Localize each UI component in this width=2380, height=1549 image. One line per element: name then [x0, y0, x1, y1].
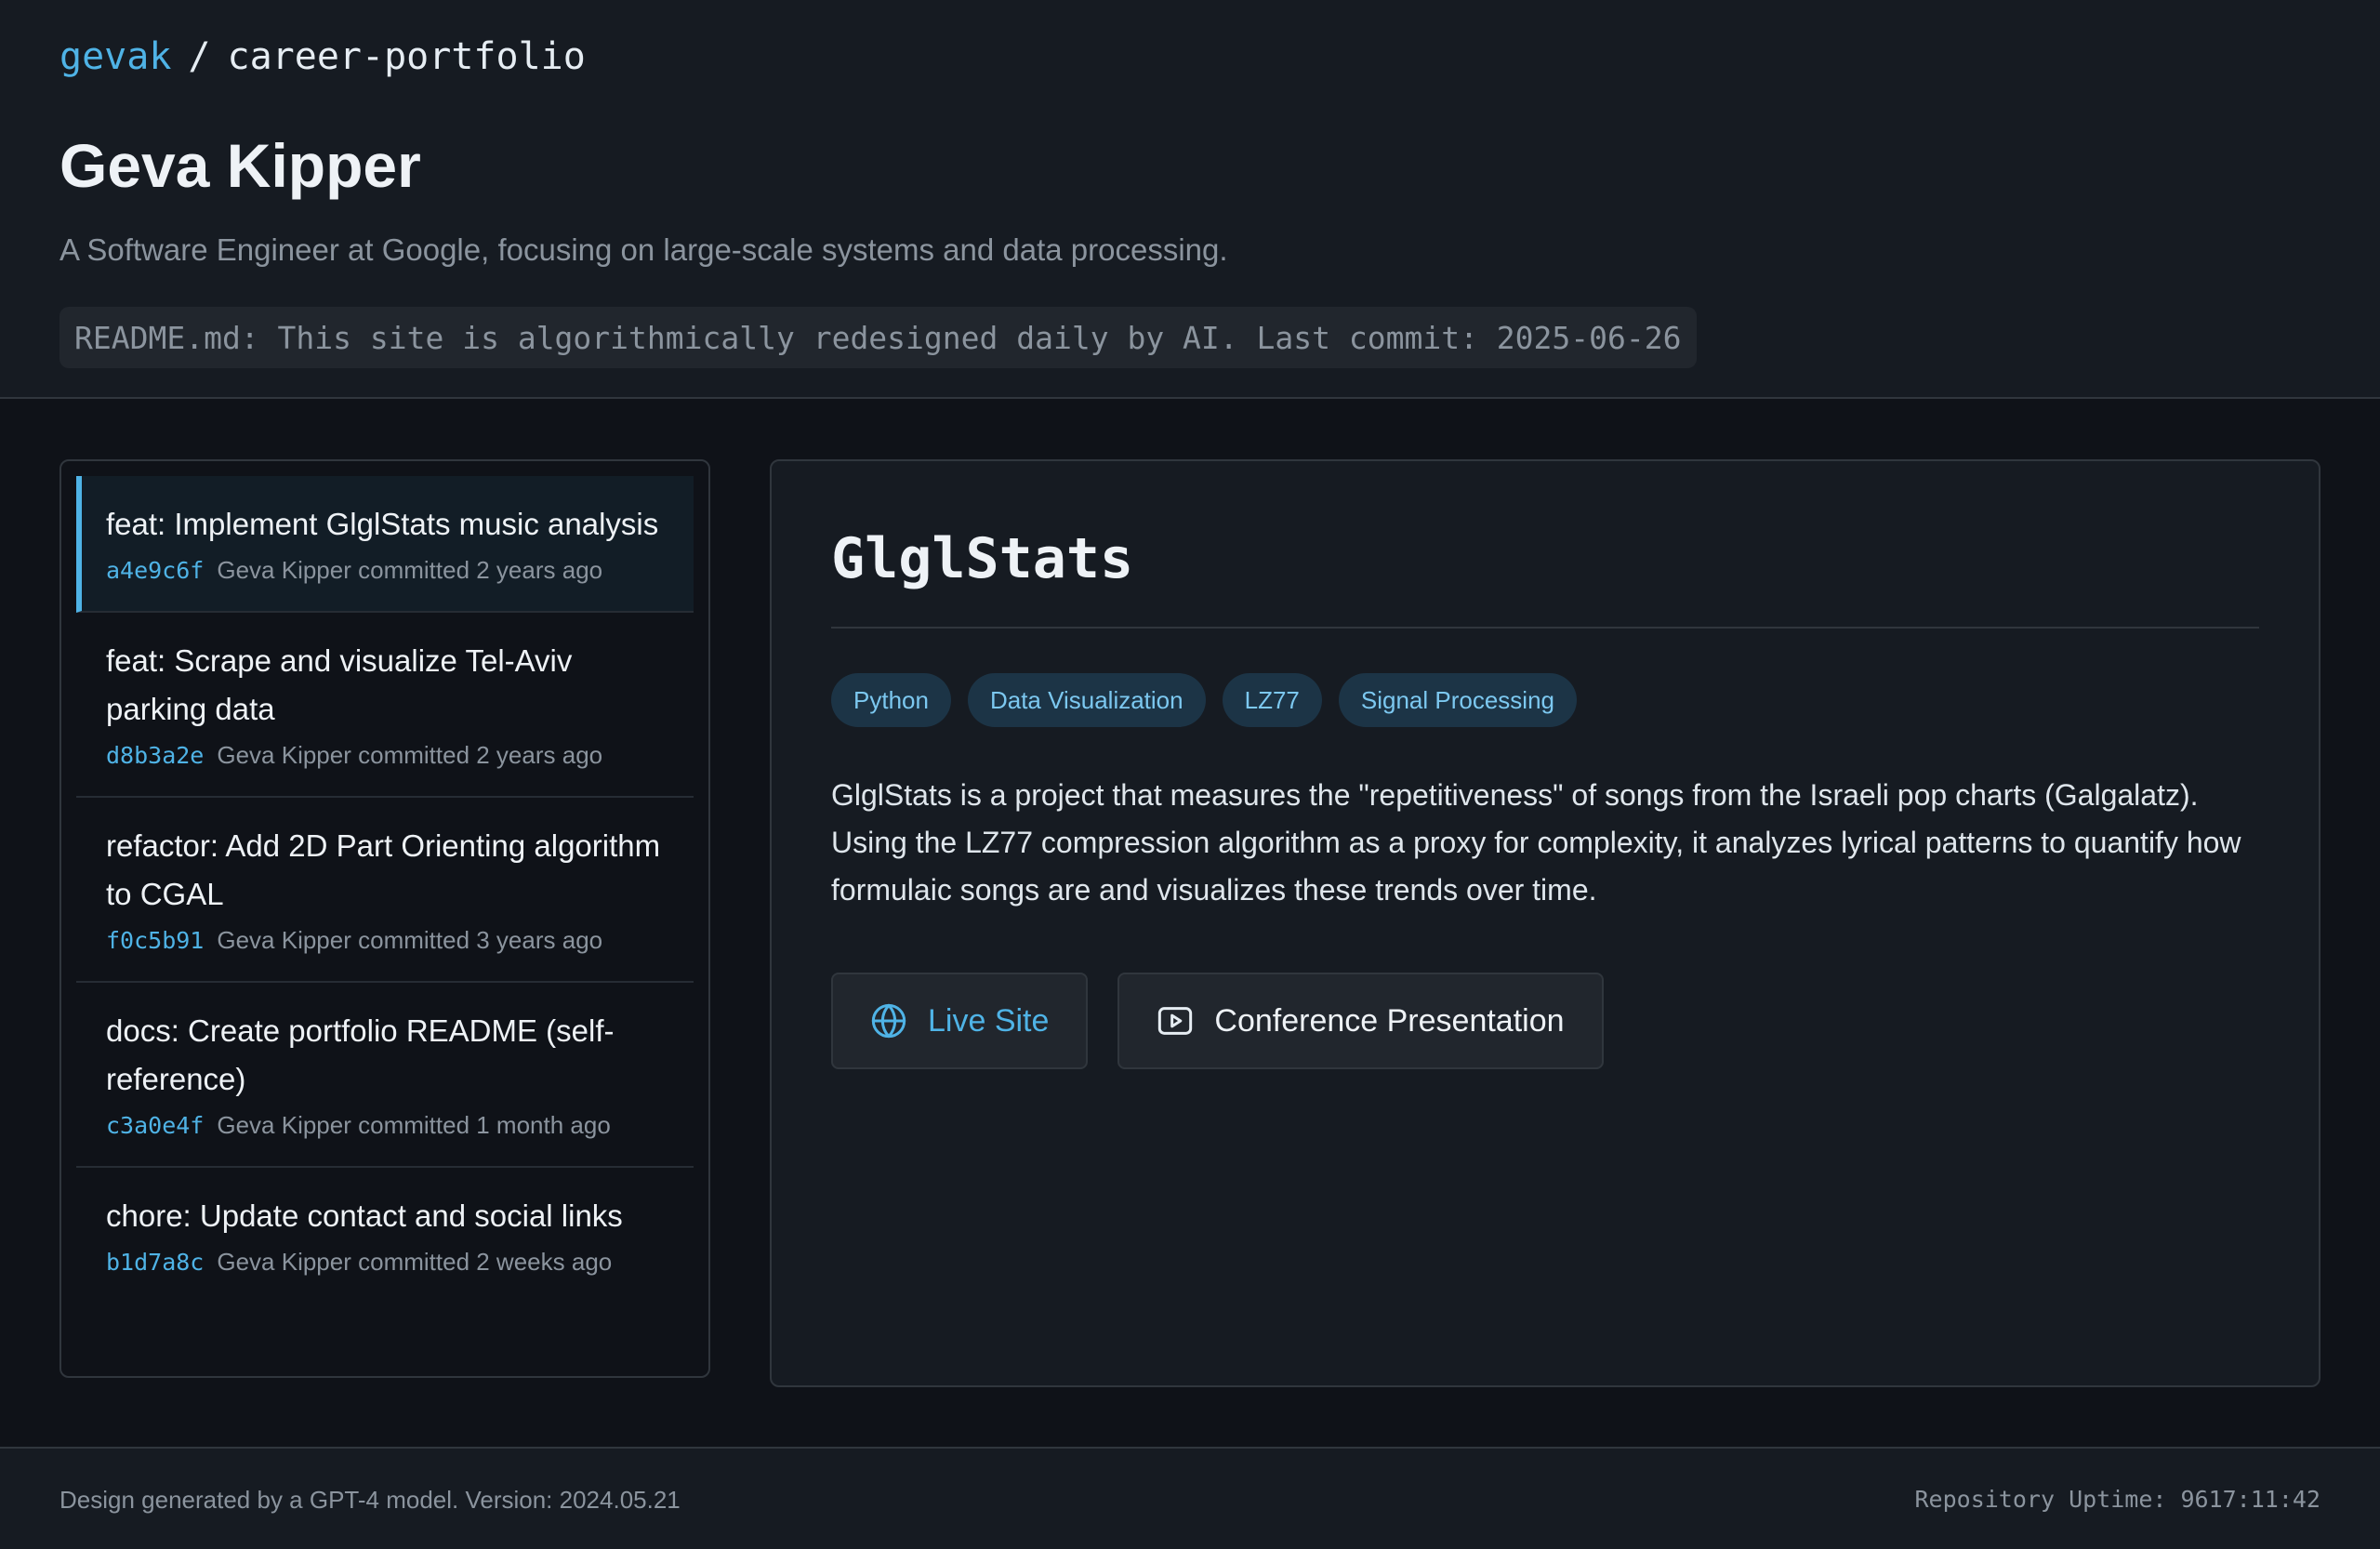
design-credit: Design generated by a GPT-4 model. Versi…	[60, 1486, 681, 1514]
commit-list: feat: Implement GlglStats music analysis…	[60, 459, 710, 1378]
commit-item[interactable]: refactor: Add 2D Part Orienting algorith…	[76, 798, 694, 983]
commit-author-time: Geva Kipper committed 3 years ago	[217, 926, 603, 954]
commit-message: refactor: Add 2D Part Orienting algorith…	[106, 828, 661, 911]
commit-meta-row: f0c5b91 Geva Kipper committed 3 years ago	[106, 926, 666, 955]
video-play-icon	[1158, 1007, 1193, 1035]
commit-hash: c3a0e4f	[106, 1112, 205, 1139]
repo-owner-link[interactable]: gevak	[60, 35, 171, 78]
commit-hash: f0c5b91	[106, 927, 205, 954]
commit-author-time: Geva Kipper committed 2 years ago	[217, 741, 603, 769]
tag-badge: LZ77	[1222, 673, 1322, 727]
commit-meta-row: b1d7a8c Geva Kipper committed 2 weeks ago	[106, 1248, 666, 1277]
live-site-label: Live Site	[928, 1002, 1050, 1039]
conference-presentation-label: Conference Presentation	[1214, 1002, 1565, 1039]
commit-item[interactable]: chore: Update contact and social links b…	[76, 1168, 694, 1303]
commit-message: feat: Scrape and visualize Tel-Aviv park…	[106, 643, 573, 726]
commit-author-time: Geva Kipper committed 2 years ago	[217, 556, 603, 584]
commit-message: chore: Update contact and social links	[106, 1198, 623, 1233]
commit-item[interactable]: feat: Implement GlglStats music analysis…	[76, 476, 694, 613]
tag-list: Python Data Visualization LZ77 Signal Pr…	[831, 673, 1577, 727]
repo-name: career-portfolio	[227, 35, 586, 78]
commit-message: docs: Create portfolio README (self-refe…	[106, 1013, 615, 1096]
readme-banner: README.md: This site is algorithmically …	[60, 307, 1697, 368]
commit-message: feat: Implement GlglStats music analysis	[106, 507, 659, 541]
commit-item[interactable]: feat: Scrape and visualize Tel-Aviv park…	[76, 613, 694, 798]
divider	[831, 627, 2259, 629]
commit-author-time: Geva Kipper committed 2 weeks ago	[217, 1248, 613, 1276]
commit-item[interactable]: docs: Create portfolio README (self-refe…	[76, 983, 694, 1168]
page-title: Geva Kipper	[60, 131, 421, 200]
commit-meta-row: d8b3a2e Geva Kipper committed 2 years ago	[106, 741, 666, 770]
globe-icon	[871, 1003, 906, 1039]
tag-badge: Python	[831, 673, 951, 727]
repo-breadcrumb: gevak / career-portfolio	[60, 35, 586, 78]
project-description: GlglStats is a project that measures the…	[831, 778, 2241, 907]
live-site-button[interactable]: Live Site	[831, 973, 1089, 1069]
commit-author-time: Geva Kipper committed 1 month ago	[217, 1111, 611, 1139]
commit-meta-row: c3a0e4f Geva Kipper committed 1 month ago	[106, 1111, 666, 1140]
tag-badge: Data Visualization	[967, 673, 1206, 727]
site-header: gevak / career-portfolio Geva Kipper A Sof…	[0, 0, 2380, 399]
project-links: Live Site Conference Presentation	[831, 973, 1604, 1069]
tag-badge: Signal Processing	[1338, 673, 1577, 727]
site-footer: Design generated by a GPT-4 model. Versi…	[0, 1447, 2380, 1549]
repository-uptime: Repository Uptime: 9617:11:42	[1914, 1486, 2321, 1513]
breadcrumb-separator: /	[188, 35, 211, 78]
commit-hash: a4e9c6f	[106, 557, 205, 584]
conference-presentation-button[interactable]: Conference Presentation	[1117, 973, 1604, 1069]
commit-hash: d8b3a2e	[106, 742, 205, 769]
commit-meta-row: a4e9c6f Geva Kipper committed 2 years ago	[106, 556, 666, 585]
project-title: GlglStats	[831, 526, 1134, 591]
commit-hash: b1d7a8c	[106, 1249, 205, 1276]
project-detail-panel: GlglStats Python Data Visualization LZ77…	[770, 459, 2320, 1387]
page-subtitle: A Software Engineer at Google, focusing …	[60, 232, 1228, 267]
